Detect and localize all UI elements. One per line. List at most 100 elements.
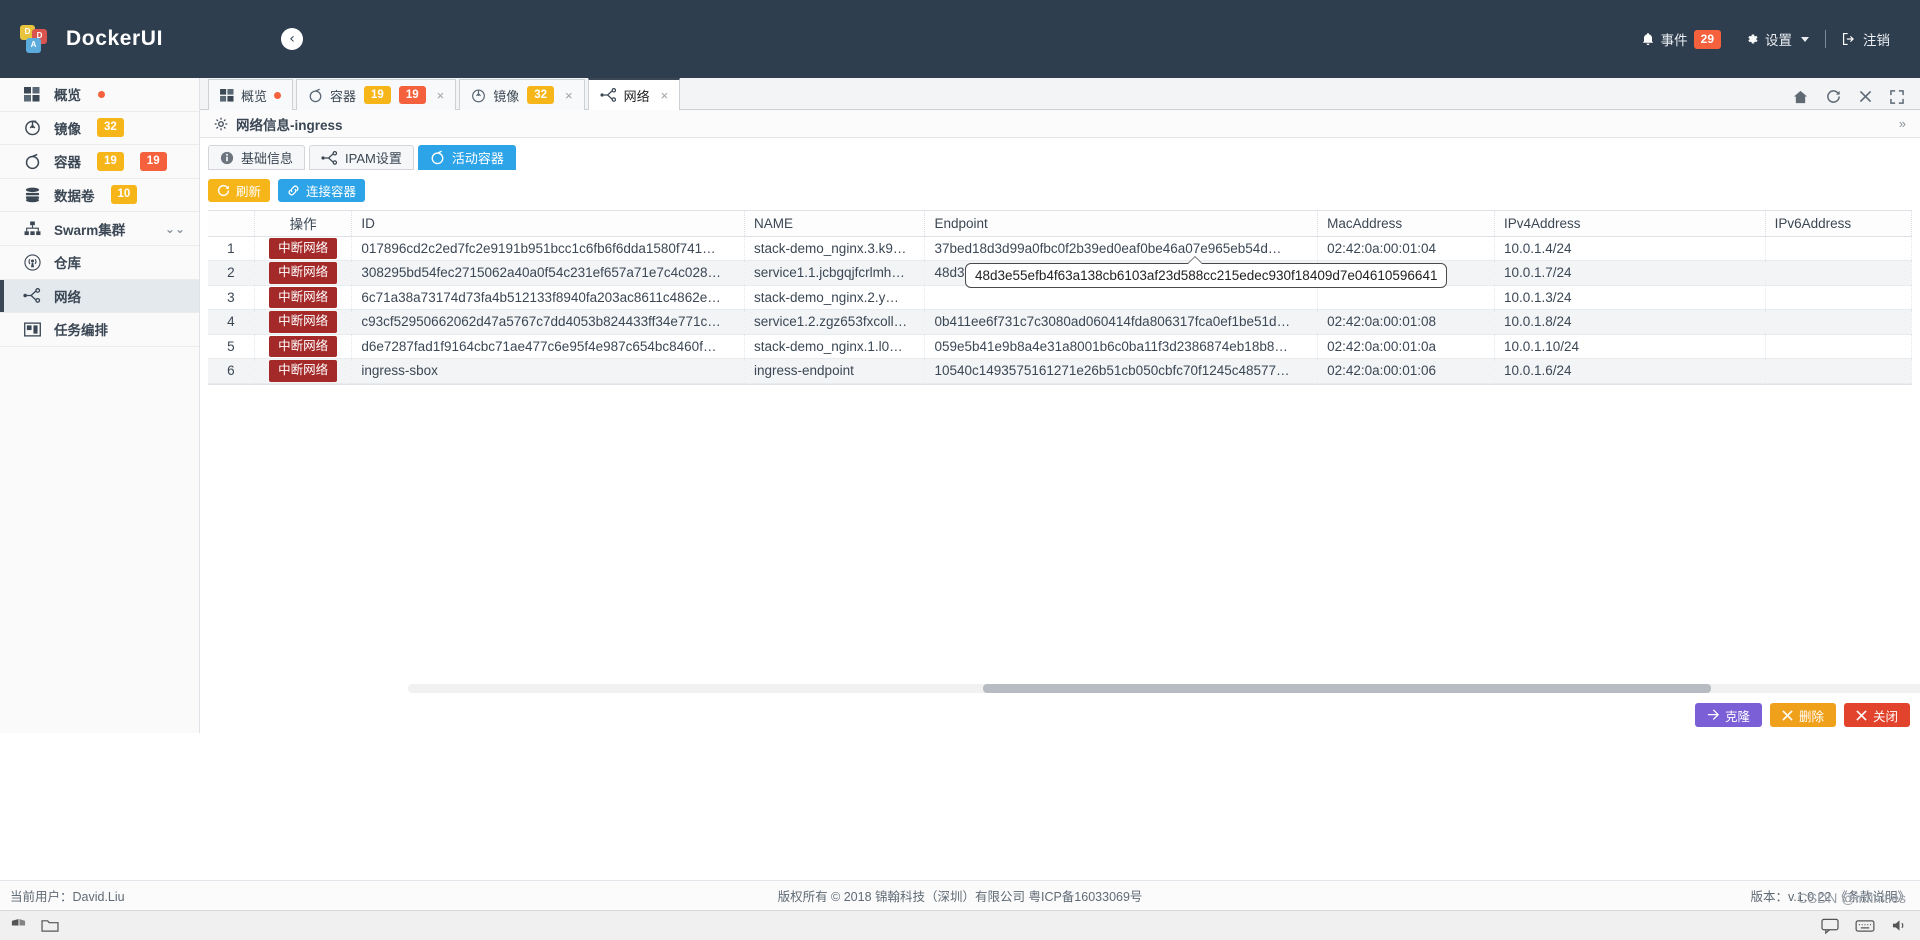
disconnect-network-button[interactable]: 中断网络 (269, 360, 338, 382)
cell-name: stack-demo_nginx.3.k9… (744, 236, 926, 261)
start-icon[interactable] (10, 918, 27, 934)
keyboard-icon[interactable] (1855, 919, 1875, 933)
gear-icon (1748, 34, 1758, 44)
divider (1825, 30, 1826, 48)
table-row[interactable]: 1 中断网络 017896cd2c2ed7fc2e9191b951bcc1c6f… (208, 236, 1913, 261)
sidebar-item-tasks[interactable]: 任务编排 (0, 313, 199, 347)
chevron-down-icon (1801, 36, 1809, 42)
col-ipv4address: IPv4Address (1494, 211, 1766, 237)
home-icon[interactable] (1793, 90, 1808, 104)
col-ipv6address: IPv6Address (1765, 211, 1913, 237)
container-icon (308, 88, 323, 103)
close-panel-button[interactable]: 关闭 (1843, 703, 1910, 727)
sidebar-item-label: 容器 (54, 155, 81, 171)
os-taskbar (0, 910, 1920, 940)
chevron-double-right-icon[interactable]: » (1899, 116, 1906, 131)
tab-images[interactable]: 镜像 32 × (459, 79, 585, 110)
col-index (208, 211, 255, 237)
cell-endpoint: 37bed18d3d99a0fbc0f2b39ed0eaf0be46a07e96… (924, 236, 1319, 261)
delete-button[interactable]: 删除 (1769, 703, 1836, 727)
times-icon (1782, 709, 1793, 721)
sidebar-item-volumes[interactable]: 数据卷 10 (0, 179, 199, 212)
chevron-double-down-icon[interactable]: ⌄⌄ (165, 222, 185, 236)
sidebar-item-label: 镜像 (54, 121, 81, 137)
sidebar-item-network[interactable]: 网络 (0, 279, 199, 313)
clone-icon (1707, 709, 1719, 721)
tab-label: 容器 (330, 88, 357, 104)
taskbar-left (0, 918, 59, 934)
row-index: 3 (208, 285, 255, 310)
folder-icon[interactable] (41, 918, 59, 933)
disconnect-network-button[interactable]: 中断网络 (269, 237, 338, 259)
table-row[interactable]: 3 中断网络 6c71a38a73174d73fa4b512133f8940fa… (208, 285, 1913, 310)
expand-icon[interactable] (1890, 89, 1904, 104)
network-icon (600, 88, 617, 102)
sidebar-item-containers[interactable]: 容器 19 19 (0, 145, 199, 179)
windows-grid-icon (22, 85, 42, 103)
refresh-icon[interactable] (1826, 89, 1841, 104)
cell-ipv6 (1765, 260, 1913, 286)
close-icon[interactable]: × (661, 88, 669, 103)
close-icon[interactable]: × (437, 88, 445, 103)
settings-button[interactable]: 设置 (1733, 29, 1821, 49)
close-icon[interactable]: × (565, 88, 573, 103)
cell-name: stack-demo_nginx.1.l0… (744, 334, 926, 359)
cell-ipv6 (1765, 334, 1913, 359)
disconnect-network-button[interactable]: 中断网络 (269, 286, 338, 308)
badge-count: 32 (527, 85, 555, 105)
tab-label: 镜像 (493, 88, 520, 104)
tab-active-containers[interactable]: 活动容器 (417, 145, 516, 170)
refresh-button[interactable]: 刷新 (208, 179, 271, 202)
gear-icon (214, 117, 228, 131)
table-row[interactable]: 6 中断网络 ingress-sbox ingress-endpoint 105… (208, 358, 1913, 384)
windows-grid-icon (220, 88, 234, 102)
logout-button[interactable]: 注销 (1830, 29, 1902, 49)
tab-overview[interactable]: 概览 (208, 79, 294, 110)
cell-mac (1317, 285, 1495, 310)
sidebar-item-overview[interactable]: 概览 (0, 78, 199, 112)
events-button[interactable]: 事件 29 (1629, 29, 1733, 49)
sitemap-icon (22, 220, 42, 238)
disconnect-network-button[interactable]: 中断网络 (269, 311, 338, 333)
connect-container-button[interactable]: 连接容器 (278, 179, 366, 202)
cell-endpoint: 10540c1493575161271e26b51cb050cbfc70f124… (924, 358, 1319, 384)
clone-button[interactable]: 克隆 (1694, 703, 1762, 727)
scrollbar-thumb[interactable] (983, 684, 1711, 693)
close-panel-button-label: 关闭 (1872, 709, 1898, 724)
tab-ipam-settings[interactable]: IPAM设置 (309, 145, 414, 170)
page-title: DockerUI (66, 27, 164, 50)
disconnect-network-button[interactable]: 中断网络 (269, 262, 338, 284)
panel-header: 网络信息-ingress » (200, 110, 1920, 138)
sidebar-item-images[interactable]: 镜像 32 (0, 112, 199, 145)
horizontal-scrollbar[interactable] (408, 684, 1920, 693)
badge-count-stopped: 19 (398, 85, 426, 105)
info-icon (220, 151, 234, 165)
app-header: D D A DockerUI ‹ 事件 29 设置 注销 (0, 0, 1920, 78)
volume-icon[interactable] (1891, 918, 1908, 933)
cell-ipv4: 10.0.1.8/24 (1494, 309, 1766, 335)
network-icon (321, 150, 338, 165)
table-row[interactable]: 4 中断网络 c93cf52950662062d47a5767c7dd4053b… (208, 309, 1913, 335)
close-icon[interactable] (1859, 90, 1872, 103)
clone-button-label: 克隆 (1724, 709, 1750, 724)
brand-area: D D A DockerUI (0, 0, 245, 78)
cell-endpoint: 0b411ee6f731c7c3080ad060414fda806317fca0… (924, 309, 1319, 335)
tab-basic-info[interactable]: 基础信息 (208, 145, 306, 170)
sidebar-item-swarm[interactable]: Swarm集群 ⌄⌄ (0, 212, 199, 246)
chevron-left-icon[interactable]: ‹ (281, 28, 303, 50)
subtab-label: 活动容器 (451, 151, 504, 166)
active-containers-table: 操作 ID NAME Endpoint MacAddress IPv4Addre… (208, 210, 1913, 385)
disconnect-network-button[interactable]: 中断网络 (269, 335, 338, 357)
settings-label: 设置 (1765, 33, 1792, 48)
tab-containers[interactable]: 容器 19 19 × (296, 79, 457, 110)
panel-subtabs: 基础信息 IPAM设置 活动容器 (200, 138, 1920, 170)
col-macaddress: MacAddress (1317, 211, 1495, 237)
sidebar-item-registry[interactable]: 仓库 (0, 246, 199, 280)
registry-icon (22, 253, 42, 271)
events-label: 事件 (1660, 33, 1688, 48)
tab-network[interactable]: 网络 × (587, 78, 681, 110)
chat-icon[interactable] (1821, 918, 1839, 934)
table-row[interactable]: 5 中断网络 d6e7287fad1f9164cbc71ae477c6e95f4… (208, 334, 1913, 359)
refresh-icon (217, 184, 230, 197)
cell-name: service1.2.zgz653fxcoll… (744, 309, 926, 335)
